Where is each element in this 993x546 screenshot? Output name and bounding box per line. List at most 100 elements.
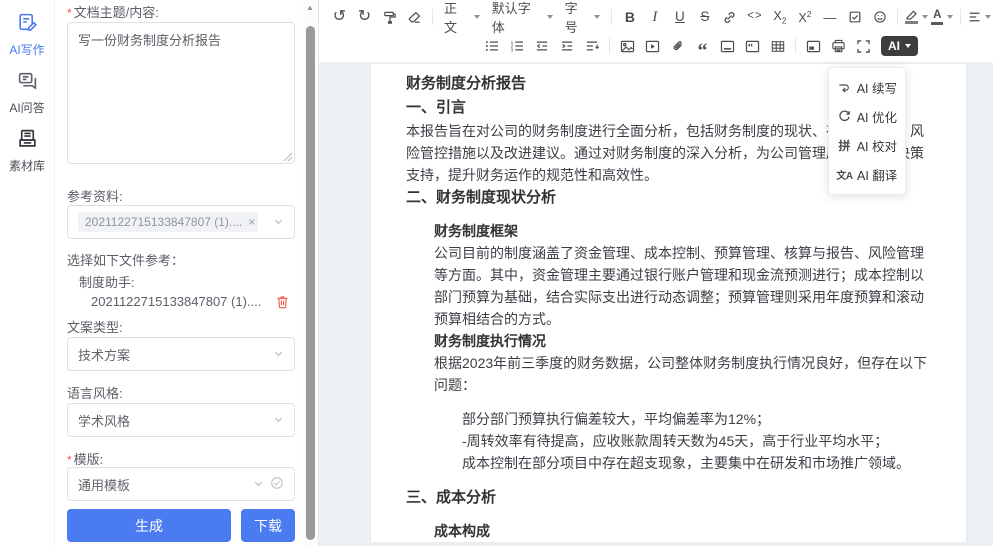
panel-scrollbar-thumb[interactable] (306, 26, 315, 540)
caret-down-icon (547, 15, 553, 19)
required-asterisk: * (67, 453, 72, 467)
download-button[interactable]: 下载 (241, 509, 295, 542)
toolbar-divider (795, 38, 796, 54)
doc-paragraph: 根据2023年前三季度的财务数据，公司整体财务制度执行情况良好，但存在以下问题： (434, 352, 931, 396)
link-icon[interactable] (719, 5, 740, 29)
undo-icon[interactable]: ↺ (329, 5, 350, 29)
chevron-down-icon (273, 215, 284, 230)
ai-menu-item-label: AI 校对 (857, 136, 897, 155)
subscript-icon[interactable]: X2 (769, 5, 790, 29)
ordered-list-icon[interactable]: 123 (506, 34, 527, 58)
sidebar-item-ai-qa[interactable]: AI问答 (0, 58, 54, 116)
ai-menu-button[interactable]: AI (881, 36, 918, 56)
file-name: 2021122715133847807 (1).... (91, 294, 261, 309)
sidebar-item-ai-writing[interactable]: AI写作 (0, 0, 54, 58)
doc-heading: 成本构成 (434, 520, 931, 542)
ai-optimize-icon (837, 110, 852, 123)
indent-icon[interactable] (556, 34, 577, 58)
strikethrough-icon[interactable]: S (694, 5, 715, 29)
topic-input[interactable]: 写一份财务制度分析报告 (67, 22, 295, 164)
app-window: AI写作 AI问答素材库 *文档主题/内容: 写一份财务制度分析报告 参考资料: … (0, 0, 993, 546)
doc-paragraph: -周转效率有待提高，应收账款周转天数为45天，高于行业平均水平； (462, 430, 931, 452)
left-nav: AI写作 AI问答素材库 (0, 0, 55, 546)
toolbar-divider (609, 38, 610, 54)
blockquote-icon[interactable]: “ (692, 34, 713, 58)
attachment-icon[interactable] (667, 34, 688, 58)
doc-paragraph: 部分部门预算执行偏差较大，平均偏差率为12%； (462, 408, 931, 430)
horizontal-rule-icon[interactable]: — (819, 5, 840, 29)
topic-label: *文档主题/内容: (67, 2, 159, 21)
italic-icon[interactable]: I (644, 5, 665, 29)
image-icon[interactable] (617, 34, 638, 58)
line-spacing-icon[interactable] (581, 34, 602, 58)
doc-heading: 财务制度执行情况 (434, 330, 931, 352)
ai-menu-item-label: AI 优化 (857, 107, 897, 126)
chat-icon (17, 70, 38, 96)
caret-down-icon (947, 15, 953, 19)
doc-heading: 财务制度框架 (434, 220, 931, 242)
editor-toolbar: ↺↻正文默认字体字号BIUS<>X2X2—A 123“AI (319, 0, 993, 62)
caret-down-icon (905, 44, 911, 48)
ai-writing-form-panel: *文档主题/内容: 写一份财务制度分析报告 参考资料: 202112271513… (55, 0, 303, 546)
card-icon[interactable] (803, 34, 824, 58)
generate-button[interactable]: 生成 (67, 509, 231, 542)
panel-scrollbar: ▲ (303, 0, 318, 546)
ai-menu-item-optimize[interactable]: AI 优化 (829, 102, 905, 131)
file-reference-row: 2021122715133847807 (1).... (91, 294, 289, 309)
code-block-icon[interactable] (742, 34, 763, 58)
table-icon[interactable] (767, 34, 788, 58)
reference-select[interactable]: 2021122715133847807 (1)....× (67, 205, 295, 239)
template-label: *模版: (67, 449, 103, 468)
ai-menu-item-continue[interactable]: AI 续写 (829, 73, 905, 102)
highlight-color-dropdown[interactable] (905, 5, 927, 29)
bullet-list-icon[interactable] (481, 34, 502, 58)
language-style-select[interactable]: 学术风格 (67, 403, 295, 437)
template-select[interactable]: 通用模板 (67, 467, 295, 501)
copy-type-select[interactable]: 技术方案 (67, 337, 295, 371)
font-family-dropdown[interactable]: 默认字体 (486, 5, 559, 29)
redo-icon[interactable]: ↻ (354, 5, 375, 29)
sidebar-item-label: AI写作 (9, 41, 44, 58)
toolbar-divider (611, 9, 612, 25)
caret-down-icon (922, 15, 928, 19)
format-painter-icon[interactable] (379, 5, 400, 29)
superscript-icon[interactable]: X2 (794, 5, 815, 29)
fullscreen-icon[interactable] (853, 34, 874, 58)
toolbar-divider (897, 9, 898, 25)
chevron-down-icon (273, 413, 284, 428)
required-asterisk: * (67, 6, 72, 20)
font-color-dropdown[interactable]: A (932, 5, 953, 29)
scroll-up-arrow[interactable]: ▲ (306, 3, 314, 12)
underline-icon[interactable]: U (669, 5, 690, 29)
ai-menu-item-proofread[interactable]: 拼 AI 校对 (829, 131, 905, 160)
video-icon[interactable] (642, 34, 663, 58)
divider-block-icon[interactable] (717, 34, 738, 58)
delete-file-icon[interactable] (276, 295, 289, 309)
remove-tag-icon[interactable]: × (248, 215, 255, 229)
font-size-dropdown[interactable]: 字号 (559, 5, 607, 29)
bold-icon[interactable]: B (619, 5, 640, 29)
ai-dropdown-menu: AI 续写 AI 优化拼 AI 校对文A AI 翻译 (828, 67, 906, 195)
ai-menu-item-label: AI 翻译 (857, 165, 897, 184)
chevron-down-icon (273, 347, 284, 362)
task-list-icon[interactable] (844, 5, 865, 29)
outdent-icon[interactable] (531, 34, 552, 58)
print-icon[interactable] (828, 34, 849, 58)
svg-text:3: 3 (510, 48, 513, 52)
emoji-icon[interactable] (869, 5, 890, 29)
ai-translate-icon: 文A (837, 167, 852, 182)
sidebar-item-material-library[interactable]: 素材库 (0, 116, 54, 174)
language-style-label: 语言风格: (67, 383, 123, 402)
caret-down-icon (474, 15, 480, 19)
ai-proofread-icon: 拼 (837, 137, 852, 154)
ai-menu-item-translate[interactable]: 文A AI 翻译 (829, 160, 905, 189)
reference-label: 参考资料: (67, 186, 123, 205)
sidebar-item-label: AI问答 (9, 99, 44, 116)
inline-code-icon[interactable]: <> (744, 5, 765, 29)
paragraph-style-dropdown[interactable]: 正文 (438, 5, 486, 29)
eraser-icon[interactable] (404, 5, 425, 29)
ai-continue-icon (837, 82, 852, 94)
toolbar-divider (960, 9, 961, 25)
align-dropdown[interactable] (968, 5, 991, 29)
doc-paragraph: 成本控制在部分项目中存在超支现象，主要集中在研发和市场推广领域。 (462, 452, 931, 474)
